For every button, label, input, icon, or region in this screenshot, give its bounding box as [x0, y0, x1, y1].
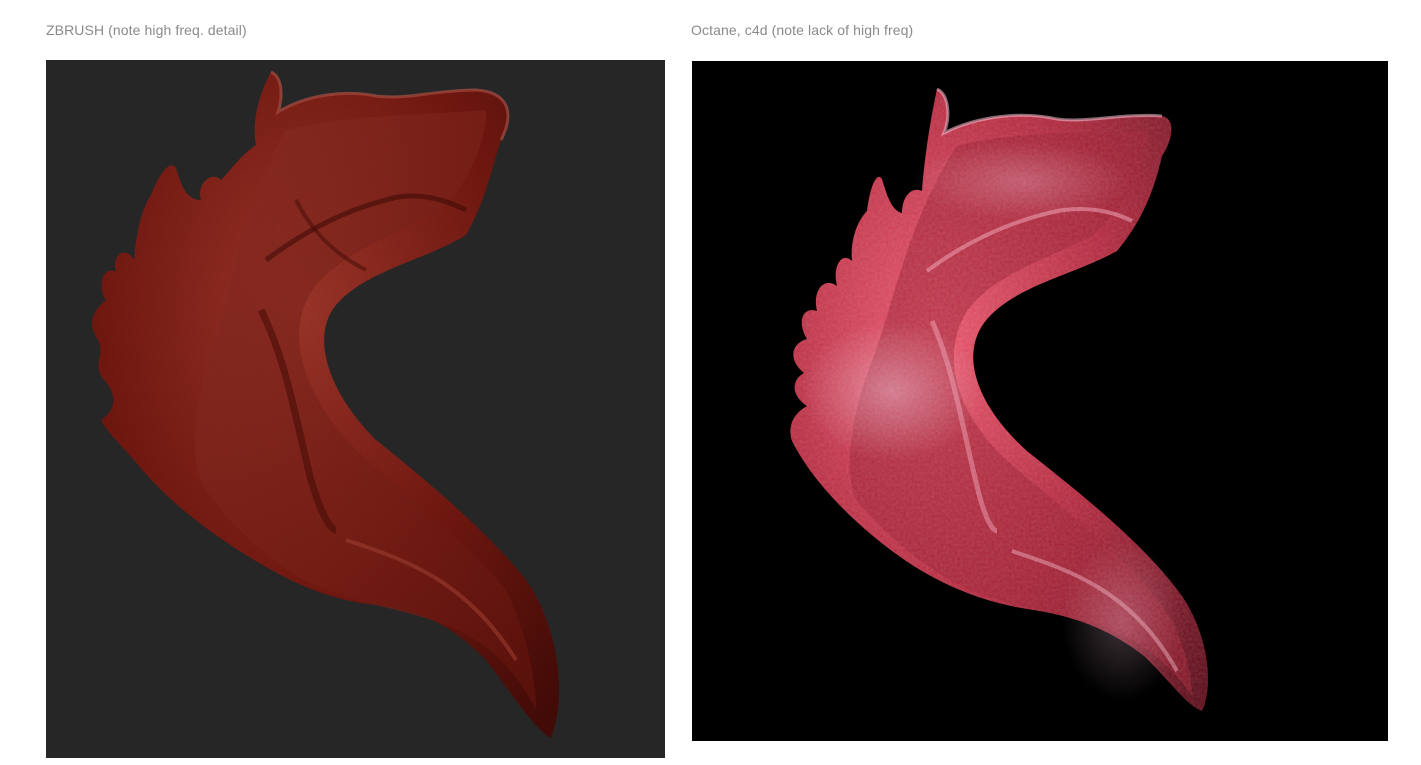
octane-render-image — [692, 61, 1388, 741]
octane-caption: Octane, c4d (note lack of high freq) — [691, 22, 914, 38]
zbrush-caption: ZBRUSH (note high freq. detail) — [46, 22, 247, 38]
zbrush-render-image — [46, 60, 665, 758]
